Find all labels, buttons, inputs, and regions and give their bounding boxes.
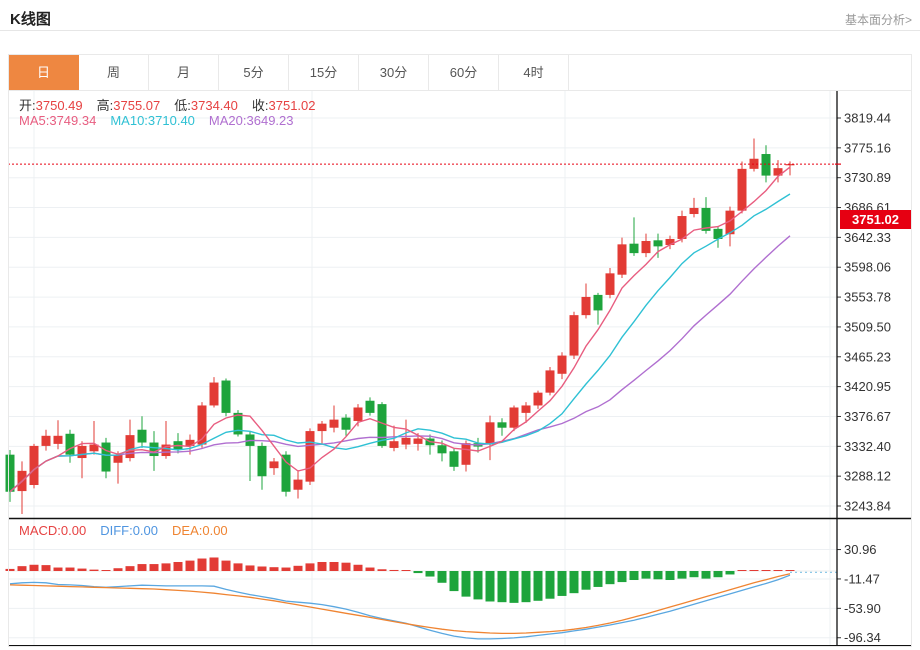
price-tick-label: 3420.95: [844, 379, 891, 394]
kline-page: 3819.44 3775.16 3730.89 3686.61 3642.33 3598.…: [0, 0, 920, 650]
price-tick-label: 3553.78: [844, 290, 891, 305]
macd-legend-dea-label: DEA:: [172, 523, 202, 538]
macd-tick-label: -11.47: [844, 571, 880, 586]
ohlc-legend: 开:3750.49 高:3755.07 低:3734.40 收:3751.02: [19, 95, 330, 114]
price-tick-label: 3332.40: [844, 439, 891, 454]
ma-legend-ma5-label: MA5:: [19, 113, 49, 128]
macd-legend: MACD:0.00DIFF:0.00DEA:0.00: [19, 523, 242, 538]
dea-line: [10, 574, 790, 634]
ma-legend-ma20-value: 3649.23: [247, 113, 294, 128]
gridlines: [8, 91, 837, 647]
ma10-line: [10, 194, 790, 492]
price-tick-label: 3730.89: [844, 170, 891, 185]
ohlc-legend-low-value: 3734.40: [191, 98, 238, 113]
price-tick-label: 3598.06: [844, 260, 891, 275]
fundamental-analysis-link[interactable]: 基本面分析>: [845, 11, 912, 28]
tab-5分[interactable]: 5分: [219, 55, 289, 90]
ohlc-legend-open-label: 开:: [19, 98, 36, 113]
macd-tick-label: -53.90: [844, 601, 881, 616]
ohlc-legend-close-value: 3751.02: [269, 98, 316, 113]
interval-tabs: 日周月5分15分30分60分4时: [9, 55, 911, 91]
price-tick-label: 3686.61: [844, 200, 891, 215]
price-tick-label: 3376.67: [844, 409, 891, 424]
price-tick-label: 3775.16: [844, 140, 891, 155]
ma-legend-ma10-label: MA10:: [110, 113, 148, 128]
tab-4时[interactable]: 4时: [499, 55, 569, 90]
ohlc-legend-close-label: 收:: [252, 98, 269, 113]
price-axis: 3819.44 3775.16 3730.89 3686.61 3642.33 3598.…: [8, 91, 912, 647]
tab-周[interactable]: 周: [79, 55, 149, 90]
macd-histogram: [6, 557, 795, 602]
ohlc-legend-high-value: 3755.07: [113, 98, 160, 113]
tab-月[interactable]: 月: [149, 55, 219, 90]
price-tick-label: 3509.50: [844, 319, 891, 334]
ohlc-legend-high-label: 高:: [97, 98, 114, 113]
macd-pane: [6, 557, 838, 638]
diff-line: [10, 575, 790, 639]
ma-legend: MA5:3749.34 MA10:3710.40 MA20:3649.23: [19, 113, 308, 128]
ma-legend-ma10-value: 3710.40: [148, 113, 195, 128]
ma5-line: [10, 167, 790, 492]
macd-legend-diff-value: 0.00: [133, 523, 158, 538]
macd-legend-dea-value: 0.00: [202, 523, 227, 538]
ohlc-legend-open-value: 3750.49: [36, 98, 83, 113]
page-title: K线图: [10, 8, 51, 29]
ma-legend-ma20-label: MA20:: [209, 113, 247, 128]
price-tick-label: 3819.44: [844, 111, 891, 126]
macd-legend-macd-value: 0.00: [61, 523, 86, 538]
ma20-line: [10, 236, 790, 492]
price-tick-label: 3288.12: [844, 469, 891, 484]
macd-tick-label: 30.96: [844, 542, 877, 557]
price-tick-label: 3642.33: [844, 230, 891, 245]
tab-日[interactable]: 日: [9, 55, 79, 90]
tab-30分[interactable]: 30分: [359, 55, 429, 90]
tab-60分[interactable]: 60分: [429, 55, 499, 90]
candlestick-pane: [6, 139, 838, 514]
page-header: K线图 基本面分析>: [0, 0, 920, 31]
chart-container: 日周月5分15分30分60分4时 开:3750.49高:3755.07低:373…: [8, 54, 912, 647]
macd-legend-diff-label: DIFF:: [100, 523, 133, 538]
macd-tick-label: -96.34: [844, 630, 881, 645]
macd-legend-macd-label: MACD:: [19, 523, 61, 538]
current-price-tag: 3751.02: [840, 210, 911, 229]
ma-legend-ma5-value: 3749.34: [49, 113, 96, 128]
tab-15分[interactable]: 15分: [289, 55, 359, 90]
kline-chart[interactable]: 3819.44 3775.16 3730.89 3686.61 3642.33 3598.…: [0, 0, 920, 650]
price-tick-label: 3465.23: [844, 349, 891, 364]
price-tick-label: 3243.84: [844, 499, 891, 514]
candles: [6, 139, 795, 514]
ohlc-legend-low-label: 低:: [174, 98, 191, 113]
